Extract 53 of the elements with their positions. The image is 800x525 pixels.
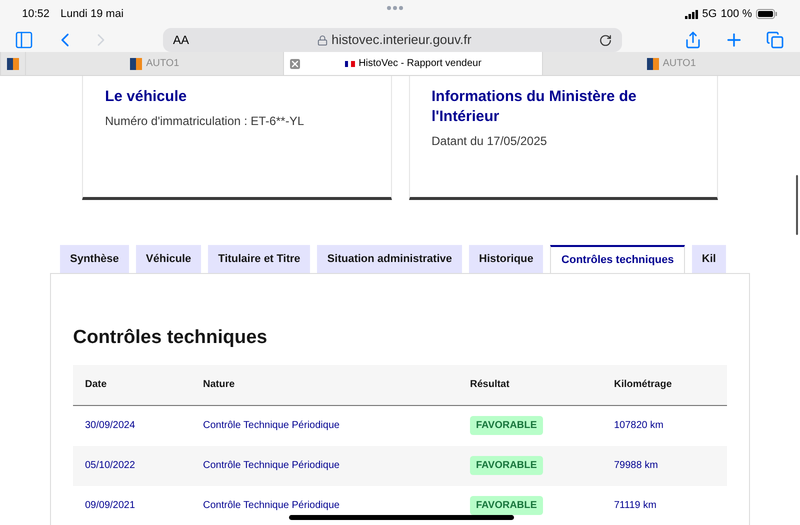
scrollbar-thumb[interactable] bbox=[796, 175, 798, 235]
section-tab[interactable]: Historique bbox=[469, 245, 544, 273]
multitask-dots-icon[interactable] bbox=[387, 6, 403, 10]
reload-icon[interactable] bbox=[599, 34, 612, 46]
section-tab[interactable]: Synthèse bbox=[60, 245, 129, 273]
column-header: Résultat bbox=[470, 378, 510, 392]
sidebar-icon[interactable] bbox=[14, 30, 34, 50]
flag-icon bbox=[344, 60, 355, 66]
table-cell-text: 107820 km bbox=[614, 419, 664, 433]
section-tab[interactable]: Kil bbox=[692, 245, 726, 273]
column-header: Kilométrage bbox=[614, 378, 673, 392]
section-tab[interactable]: Titulaire et Titre bbox=[208, 245, 310, 273]
table-cell-text: 30/09/2024 bbox=[85, 419, 136, 433]
card-text: Datant du 17/05/2025 bbox=[432, 133, 548, 150]
table-cell-text: 79988 km bbox=[614, 459, 659, 473]
tab-title: HistoVec - Rapport vendeur bbox=[358, 57, 482, 71]
card-title: Informations du Ministère de l'Intérieur bbox=[432, 87, 638, 127]
table-cell-text: Contrôle Technique Périodique bbox=[203, 459, 341, 473]
table-cell-text: 09/09/2021 bbox=[85, 499, 136, 513]
section-heading: Contrôles techniques bbox=[73, 326, 268, 350]
site-logo-icon bbox=[646, 58, 659, 70]
network-label: 5G bbox=[702, 6, 717, 22]
clock-time: 10:52 bbox=[22, 6, 50, 22]
signal-icon bbox=[685, 10, 698, 18]
tab-title: AUTO1 bbox=[662, 57, 696, 71]
table-cell-text: Contrôle Technique Périodique bbox=[203, 499, 341, 513]
battery-label: 100 % bbox=[720, 6, 752, 22]
table-cell-text: Contrôle Technique Périodique bbox=[203, 419, 341, 433]
site-logo-icon bbox=[130, 58, 142, 70]
result-badge: FAVORABLE bbox=[470, 496, 543, 515]
section-tab[interactable]: Contrôles techniques bbox=[550, 245, 685, 273]
card-text: Numéro d'immatriculation : ET-6**-YL bbox=[105, 113, 306, 130]
site-logo-icon bbox=[7, 58, 19, 70]
result-badge: FAVORABLE bbox=[470, 416, 543, 435]
tabs-overview-icon[interactable] bbox=[766, 31, 784, 49]
column-header: Nature bbox=[203, 378, 236, 392]
column-header: Date bbox=[85, 378, 108, 392]
result-badge: FAVORABLE bbox=[470, 456, 543, 475]
card-title: Le véhicule bbox=[105, 87, 188, 107]
browser-tab[interactable]: HistoVec - Rapport vendeur bbox=[283, 52, 542, 75]
share-icon[interactable] bbox=[684, 31, 702, 49]
section-tab[interactable]: Véhicule bbox=[136, 245, 202, 273]
table-cell-text: 05/10/2022 bbox=[85, 459, 136, 473]
status-date: Lundi 19 mai bbox=[60, 6, 124, 22]
url-text: histovec.interieur.gouv.fr bbox=[332, 31, 472, 50]
tab-title: AUTO1 bbox=[146, 57, 180, 71]
close-icon[interactable] bbox=[290, 58, 300, 68]
address-bar[interactable]: AA histovec.interieur.gouv.fr bbox=[163, 28, 622, 52]
table-cell-text: 71119 km bbox=[614, 499, 658, 513]
section-tab[interactable]: Situation administrative bbox=[317, 245, 462, 273]
battery-icon bbox=[756, 9, 778, 19]
lock-icon bbox=[316, 34, 328, 46]
browser-tab[interactable] bbox=[0, 52, 25, 75]
